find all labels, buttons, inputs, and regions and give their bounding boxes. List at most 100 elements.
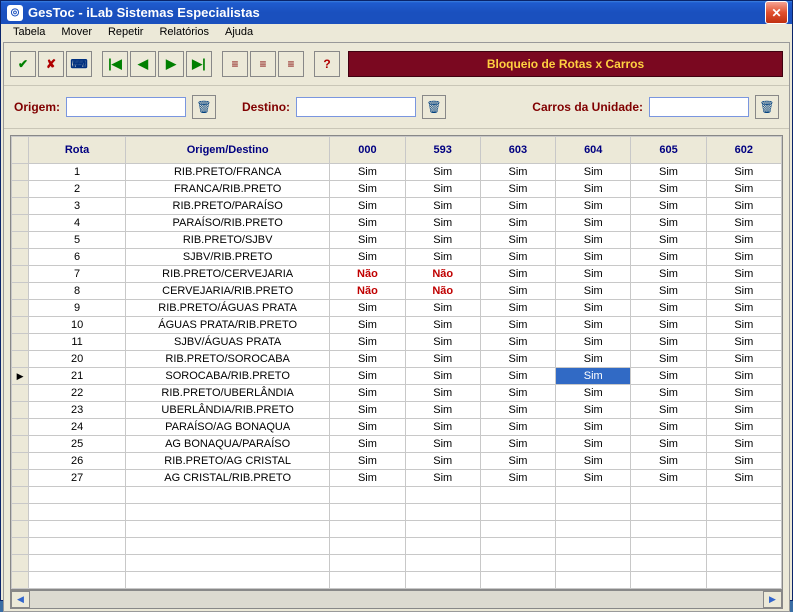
cell-value[interactable]: Sim	[330, 453, 405, 470]
cell-value[interactable]: Sim	[631, 266, 706, 283]
cell-value[interactable]: Sim	[631, 317, 706, 334]
cell-value[interactable]: Sim	[706, 215, 781, 232]
data-grid[interactable]: RotaOrigem/Destino000593603604605602 1RI…	[10, 135, 783, 590]
nav-prev-button[interactable]: ◀	[130, 51, 156, 77]
cell-rota[interactable]: 21	[29, 368, 126, 385]
cell-value[interactable]: Sim	[480, 215, 555, 232]
cell-value[interactable]: Sim	[631, 419, 706, 436]
cell-rota[interactable]: 7	[29, 266, 126, 283]
help-button[interactable]: ?	[314, 51, 340, 77]
cell-value[interactable]: Sim	[480, 402, 555, 419]
menu-relatorios[interactable]: Relatórios	[153, 24, 215, 40]
cell-value[interactable]: Sim	[706, 470, 781, 487]
cell-rota[interactable]: 11	[29, 334, 126, 351]
cell-rota[interactable]: 3	[29, 198, 126, 215]
cell-value[interactable]: Sim	[330, 334, 405, 351]
nav-last-button[interactable]: ▶|	[186, 51, 212, 77]
cell-value[interactable]: Sim	[631, 385, 706, 402]
column-header[interactable]: 604	[556, 137, 631, 164]
cell-value[interactable]: Sim	[706, 402, 781, 419]
cell-value[interactable]: Sim	[706, 351, 781, 368]
cell-value[interactable]: Sim	[480, 436, 555, 453]
destino-input[interactable]	[296, 97, 416, 117]
cell-value[interactable]: Sim	[480, 453, 555, 470]
cell-value[interactable]: Sim	[631, 334, 706, 351]
table-row[interactable]: 23UBERLÂNDIA/RIB.PRETOSimSimSimSimSimSim	[12, 402, 782, 419]
table-row[interactable]: 5RIB.PRETO/SJBVSimSimSimSimSimSim	[12, 232, 782, 249]
table-row[interactable]: 10ÁGUAS PRATA/RIB.PRETOSimSimSimSimSimSi…	[12, 317, 782, 334]
cell-value[interactable]: Sim	[480, 368, 555, 385]
cell-value[interactable]: Sim	[556, 215, 631, 232]
cell-value[interactable]: Sim	[556, 368, 631, 385]
cell-value[interactable]: Sim	[706, 181, 781, 198]
cell-value[interactable]: Sim	[706, 232, 781, 249]
cell-origem-destino[interactable]: AG CRISTAL/RIB.PRETO	[125, 470, 329, 487]
cell-value[interactable]: Sim	[480, 385, 555, 402]
cell-value[interactable]: Sim	[480, 300, 555, 317]
cell-rota[interactable]: 22	[29, 385, 126, 402]
cell-value[interactable]: Sim	[556, 351, 631, 368]
cell-value[interactable]: Sim	[706, 453, 781, 470]
cell-value[interactable]: Sim	[405, 249, 480, 266]
cell-value[interactable]: Sim	[330, 419, 405, 436]
column-header[interactable]: 000	[330, 137, 405, 164]
cell-value[interactable]: Sim	[556, 164, 631, 181]
cell-value[interactable]: Sim	[631, 368, 706, 385]
confirm-button[interactable]: ✔	[10, 51, 36, 77]
cell-value[interactable]: Sim	[330, 402, 405, 419]
close-button[interactable]: ✕	[765, 1, 788, 24]
cell-value[interactable]: Sim	[556, 453, 631, 470]
cell-value[interactable]: Sim	[556, 334, 631, 351]
cell-origem-destino[interactable]: CERVEJARIA/RIB.PRETO	[125, 283, 329, 300]
cell-value[interactable]: Sim	[405, 300, 480, 317]
horizontal-scrollbar[interactable]: ◀ ▶	[10, 590, 783, 609]
cell-rota[interactable]: 10	[29, 317, 126, 334]
cell-value[interactable]: Sim	[706, 164, 781, 181]
cell-value[interactable]: Sim	[706, 436, 781, 453]
cell-rota[interactable]: 6	[29, 249, 126, 266]
cell-origem-destino[interactable]: ÁGUAS PRATA/RIB.PRETO	[125, 317, 329, 334]
cell-rota[interactable]: 23	[29, 402, 126, 419]
cell-value[interactable]: Sim	[405, 232, 480, 249]
cell-value[interactable]: Sim	[405, 181, 480, 198]
menu-ajuda[interactable]: Ajuda	[219, 24, 259, 40]
cell-value[interactable]: Sim	[405, 317, 480, 334]
table-row[interactable]: ▶21SOROCABA/RIB.PRETOSimSimSimSimSimSim	[12, 368, 782, 385]
column-header[interactable]: 605	[631, 137, 706, 164]
cell-value[interactable]: Sim	[556, 232, 631, 249]
cell-value[interactable]: Sim	[706, 283, 781, 300]
cell-value[interactable]: Sim	[556, 402, 631, 419]
cell-origem-destino[interactable]: RIB.PRETO/UBERLÂNDIA	[125, 385, 329, 402]
cell-rota[interactable]: 4	[29, 215, 126, 232]
table-row[interactable]: 24PARAÍSO/AG BONAQUASimSimSimSimSimSim	[12, 419, 782, 436]
cell-value[interactable]: Sim	[631, 436, 706, 453]
cell-value[interactable]: Sim	[480, 164, 555, 181]
cell-value[interactable]: Sim	[556, 317, 631, 334]
carros-input[interactable]	[649, 97, 749, 117]
cell-value[interactable]: Sim	[706, 249, 781, 266]
cell-value[interactable]: Sim	[631, 470, 706, 487]
cell-value[interactable]: Sim	[556, 419, 631, 436]
cell-value[interactable]: Sim	[631, 181, 706, 198]
table-row[interactable]: 25AG BONAQUA/PARAÍSOSimSimSimSimSimSim	[12, 436, 782, 453]
cell-value[interactable]: Sim	[480, 198, 555, 215]
cell-rota[interactable]: 25	[29, 436, 126, 453]
cell-value[interactable]: Sim	[405, 351, 480, 368]
cell-origem-destino[interactable]: RIB.PRETO/AG CRISTAL	[125, 453, 329, 470]
cell-value[interactable]: Sim	[480, 232, 555, 249]
cell-rota[interactable]: 27	[29, 470, 126, 487]
cell-value[interactable]: Sim	[706, 334, 781, 351]
cell-value[interactable]: Sim	[631, 232, 706, 249]
cell-value[interactable]: Sim	[330, 385, 405, 402]
cell-value[interactable]: Sim	[556, 249, 631, 266]
cell-value[interactable]: Sim	[631, 249, 706, 266]
cell-value[interactable]: Não	[330, 266, 405, 283]
cell-rota[interactable]: 2	[29, 181, 126, 198]
cell-value[interactable]: Sim	[480, 249, 555, 266]
cell-value[interactable]: Sim	[631, 351, 706, 368]
cell-value[interactable]: Sim	[330, 181, 405, 198]
cell-value[interactable]: Não	[330, 283, 405, 300]
cell-value[interactable]: Sim	[631, 198, 706, 215]
cell-value[interactable]: Sim	[330, 164, 405, 181]
destino-clear-button[interactable]: 🗑	[422, 95, 446, 119]
